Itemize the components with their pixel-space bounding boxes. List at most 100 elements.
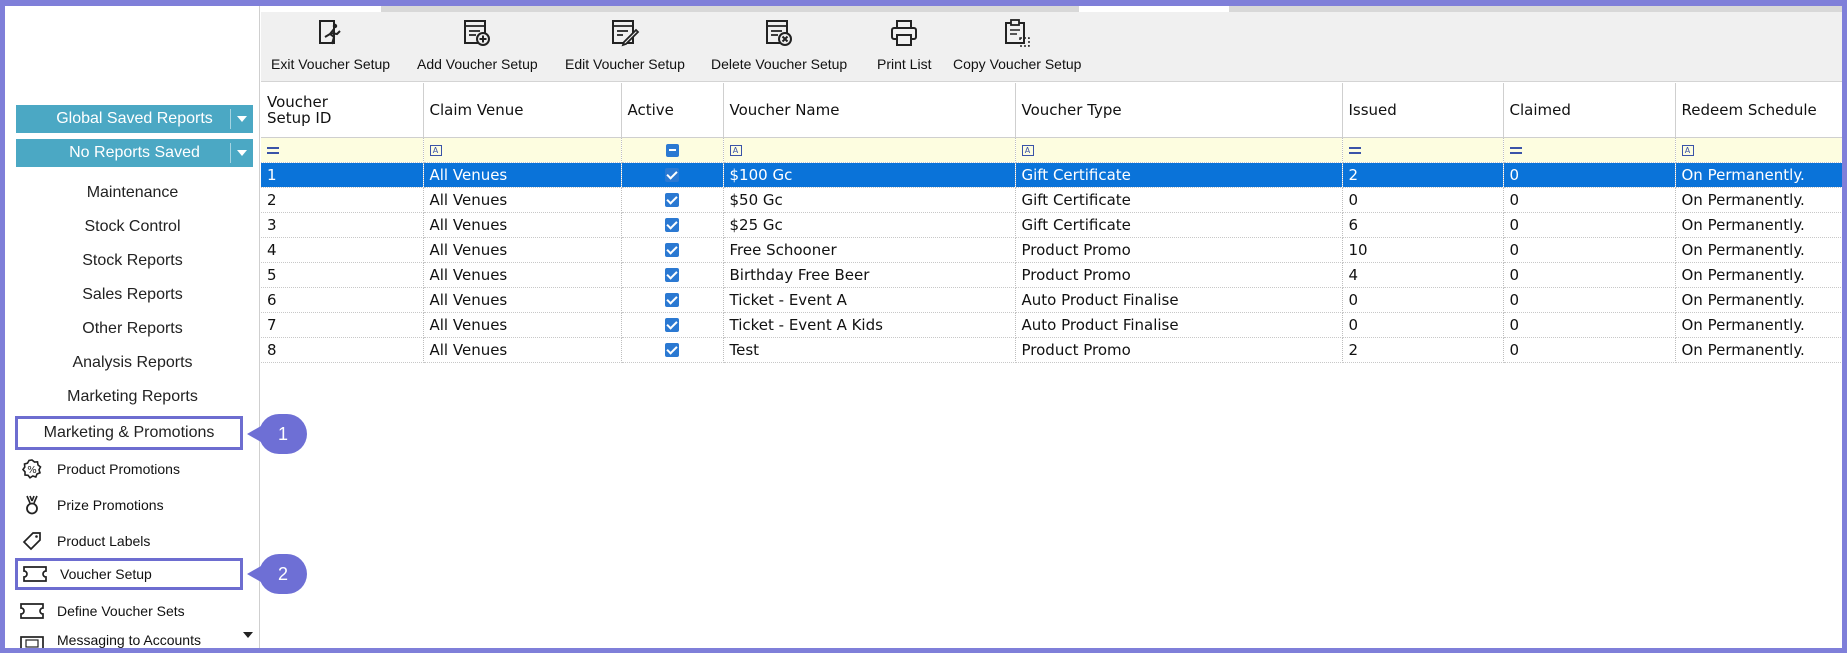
column-header-redeem-schedule[interactable]: Redeem Schedule [1675, 83, 1843, 138]
cell-voucher-name[interactable]: Free Schooner [723, 237, 1016, 263]
cell-claim-venue[interactable]: All Venues [423, 312, 622, 338]
cell-issued[interactable]: 4 [1342, 262, 1504, 288]
exit-voucher-setup-button[interactable]: Exit Voucher Setup [271, 16, 390, 80]
cell-claim-venue[interactable]: All Venues [423, 162, 622, 188]
cell-claim-venue[interactable]: All Venues [423, 287, 622, 313]
cell-id[interactable]: 3 [261, 212, 424, 238]
edit-voucher-setup-button[interactable]: Edit Voucher Setup [565, 16, 685, 80]
nav-item-marketing-promotions[interactable]: Marketing & Promotions [15, 416, 243, 450]
saved-reports-dropdown[interactable]: No Reports Saved [16, 139, 253, 167]
cell-claim-venue[interactable]: All Venues [423, 337, 622, 363]
nav-item-maintenance[interactable]: Maintenance [5, 184, 259, 202]
cell-redeem-schedule[interactable]: On Permanently. [1675, 237, 1843, 263]
nav-item-marketing-reports[interactable]: Marketing Reports [5, 388, 259, 406]
cell-issued[interactable]: 10 [1342, 237, 1504, 263]
cell-claimed[interactable]: 0 [1503, 187, 1676, 213]
filter-cell-schedule[interactable]: A [1675, 137, 1843, 163]
cell-active[interactable] [621, 162, 724, 188]
scroll-down-icon[interactable] [243, 632, 253, 638]
table-row[interactable]: 5 All Venues Birthday Free Beer Product Pro… [261, 262, 1843, 288]
sidebar-item-define-voucher-sets[interactable]: Define Voucher Sets [15, 595, 243, 627]
nav-item-sales-reports[interactable]: Sales Reports [5, 286, 259, 304]
delete-voucher-setup-button[interactable]: Delete Voucher Setup [711, 16, 847, 80]
cell-issued[interactable]: 0 [1342, 312, 1504, 338]
filter-cell-issued[interactable] [1342, 137, 1504, 163]
add-voucher-setup-button[interactable]: Add Voucher Setup [417, 16, 538, 80]
cell-claimed[interactable]: 0 [1503, 212, 1676, 238]
cell-issued[interactable]: 2 [1342, 337, 1504, 363]
cell-voucher-name[interactable]: Ticket - Event A [723, 287, 1016, 313]
filter-cell-active[interactable] [621, 137, 724, 163]
cell-voucher-type[interactable]: Product Promo [1015, 337, 1343, 363]
checked-checkbox-icon[interactable] [665, 218, 679, 232]
cell-voucher-type[interactable]: Gift Certificate [1015, 212, 1343, 238]
checked-checkbox-icon[interactable] [665, 293, 679, 307]
global-saved-reports-dropdown[interactable]: Global Saved Reports [16, 105, 253, 133]
cell-issued[interactable]: 2 [1342, 162, 1504, 188]
cell-active[interactable] [621, 237, 724, 263]
column-header-voucher-setup-id[interactable]: Voucher Setup ID [261, 83, 424, 138]
nav-item-stock-reports[interactable]: Stock Reports [5, 252, 259, 270]
table-row[interactable]: 6 All Venues Ticket - Event A Auto Product … [261, 287, 1843, 313]
table-row[interactable]: 3 All Venues $25 Gc Gift Certificate 6 0 On Pe… [261, 212, 1843, 238]
cell-redeem-schedule[interactable]: On Permanently. [1675, 262, 1843, 288]
cell-id[interactable]: 7 [261, 312, 424, 338]
column-header-claimed[interactable]: Claimed [1503, 83, 1676, 138]
filter-cell-venue[interactable]: A [423, 137, 622, 163]
cell-redeem-schedule[interactable]: On Permanently. [1675, 187, 1843, 213]
cell-id[interactable]: 1 [261, 162, 424, 188]
cell-voucher-name[interactable]: Birthday Free Beer [723, 262, 1016, 288]
checked-checkbox-icon[interactable] [665, 268, 679, 282]
column-header-issued[interactable]: Issued [1342, 83, 1504, 138]
cell-claim-venue[interactable]: All Venues [423, 237, 622, 263]
cell-redeem-schedule[interactable]: On Permanently. [1675, 337, 1843, 363]
cell-id[interactable]: 5 [261, 262, 424, 288]
checked-checkbox-icon[interactable] [665, 343, 679, 357]
table-row[interactable]: 2 All Venues $50 Gc Gift Certificate 0 0 On Pe… [261, 187, 1843, 213]
cell-voucher-type[interactable]: Product Promo [1015, 262, 1343, 288]
cell-active[interactable] [621, 312, 724, 338]
table-row[interactable]: 1 All Venues $100 Gc Gift Certificate 2 0 On P… [261, 162, 1843, 188]
sidebar-item-product-promotions[interactable]: % Product Promotions [15, 453, 243, 485]
checked-checkbox-icon[interactable] [665, 193, 679, 207]
cell-redeem-schedule[interactable]: On Permanently. [1675, 287, 1843, 313]
cell-voucher-type[interactable]: Auto Product Finalise [1015, 287, 1343, 313]
table-row[interactable]: 4 All Venues Free Schooner Product Promo 10 0… [261, 237, 1843, 263]
cell-id[interactable]: 4 [261, 237, 424, 263]
column-header-active[interactable]: Active [621, 83, 724, 138]
cell-id[interactable]: 6 [261, 287, 424, 313]
filter-cell-name[interactable]: A [723, 137, 1016, 163]
checked-checkbox-icon[interactable] [665, 168, 679, 182]
cell-voucher-name[interactable]: $50 Gc [723, 187, 1016, 213]
nav-item-analysis-reports[interactable]: Analysis Reports [5, 354, 259, 372]
filter-cell-type[interactable]: A [1015, 137, 1343, 163]
cell-claimed[interactable]: 0 [1503, 162, 1676, 188]
cell-voucher-type[interactable]: Product Promo [1015, 237, 1343, 263]
cell-issued[interactable]: 0 [1342, 287, 1504, 313]
cell-claimed[interactable]: 0 [1503, 262, 1676, 288]
cell-redeem-schedule[interactable]: On Permanently. [1675, 162, 1843, 188]
checked-checkbox-icon[interactable] [665, 243, 679, 257]
cell-voucher-name[interactable]: $25 Gc [723, 212, 1016, 238]
cell-claim-venue[interactable]: All Venues [423, 262, 622, 288]
cell-claimed[interactable]: 0 [1503, 312, 1676, 338]
cell-voucher-name[interactable]: $100 Gc [723, 162, 1016, 188]
cell-voucher-type[interactable]: Gift Certificate [1015, 162, 1343, 188]
cell-id[interactable]: 2 [261, 187, 424, 213]
sidebar-item-product-labels[interactable]: Product Labels [15, 525, 243, 557]
nav-item-stock-control[interactable]: Stock Control [5, 218, 259, 236]
filter-cell-claimed[interactable] [1503, 137, 1676, 163]
cell-redeem-schedule[interactable]: On Permanently. [1675, 212, 1843, 238]
cell-active[interactable] [621, 287, 724, 313]
sidebar-item-prize-promotions[interactable]: Prize Promotions [15, 489, 243, 521]
cell-claimed[interactable]: 0 [1503, 337, 1676, 363]
column-header-voucher-type[interactable]: Voucher Type [1015, 83, 1343, 138]
cell-claimed[interactable]: 0 [1503, 287, 1676, 313]
column-header-claim-venue[interactable]: Claim Venue [423, 83, 622, 138]
cell-issued[interactable]: 0 [1342, 187, 1504, 213]
cell-voucher-name[interactable]: Ticket - Event A Kids [723, 312, 1016, 338]
table-row[interactable]: 8 All Venues Test Product Promo 2 0 On Permane… [261, 337, 1843, 363]
nav-item-other-reports[interactable]: Other Reports [5, 320, 259, 338]
cell-voucher-type[interactable]: Gift Certificate [1015, 187, 1343, 213]
cell-active[interactable] [621, 212, 724, 238]
